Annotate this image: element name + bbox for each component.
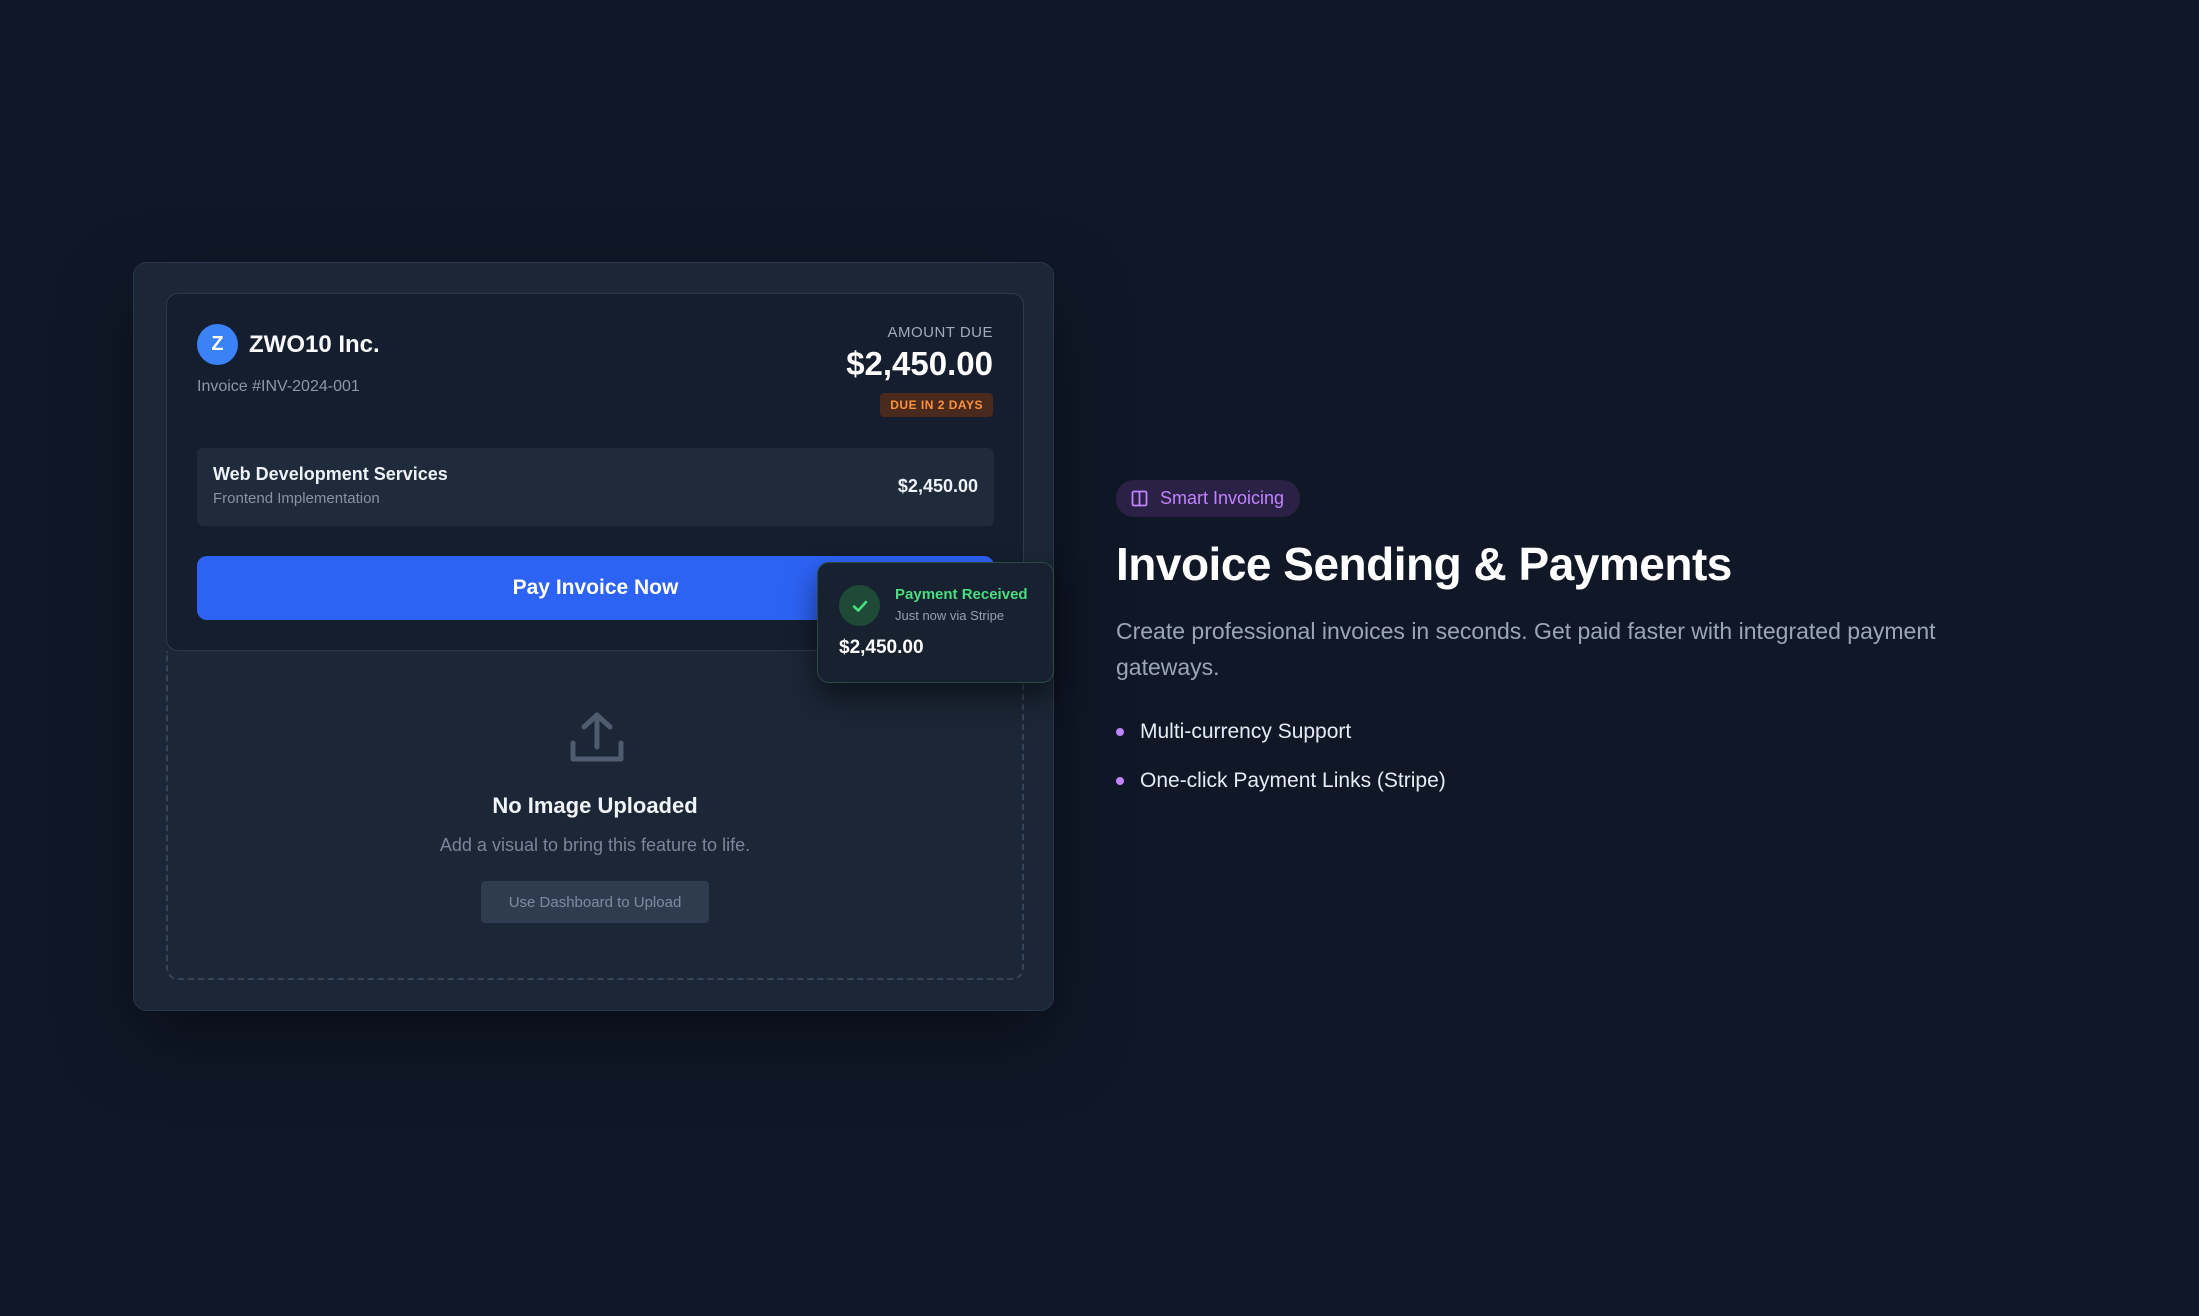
line-item-title: Web Development Services	[213, 464, 448, 484]
upload-icon	[570, 712, 624, 762]
toast-amount: $2,450.00	[839, 637, 924, 658]
feature-category-pill: Smart Invoicing	[1116, 480, 1301, 517]
page: Z ZWO10 Inc. Invoice #INV-2024-001 AMOUN…	[0, 0, 2199, 1316]
line-item-price: $2,450.00	[897, 476, 978, 496]
company-avatar: Z	[197, 324, 238, 365]
upload-empty-title: No Image Uploaded	[492, 793, 698, 818]
invoice-number: Invoice #INV-2024-001	[197, 378, 360, 395]
company-name: ZWO10 Inc.	[249, 330, 380, 358]
image-upload-dropzone[interactable]: No Image Uploaded Add a visual to bring …	[166, 651, 1024, 980]
feature-list-label: One-click Payment Links (Stripe)	[1140, 768, 1446, 792]
company-brand: Z ZWO10 Inc.	[197, 324, 380, 365]
due-status-badge: DUE IN 2 DAYS	[880, 393, 993, 417]
bullet-dot-icon	[1116, 776, 1124, 785]
invoice-line-item: Web Development Services Frontend Implem…	[197, 448, 994, 526]
feature-category-label: Smart Invoicing	[1160, 488, 1285, 508]
use-dashboard-upload-button[interactable]: Use Dashboard to Upload	[481, 881, 709, 923]
feature-description: Smart Invoicing Invoice Sending & Paymen…	[1116, 480, 2116, 805]
toast-subtitle: Just now via Stripe	[895, 608, 1005, 623]
amount-due-label: AMOUNT DUE	[887, 324, 993, 341]
bullet-dot-icon	[1116, 727, 1124, 736]
upload-empty-subtitle: Add a visual to bring this feature to li…	[439, 835, 751, 855]
feature-list: Multi-currency Support One-click Payment…	[1116, 707, 2116, 805]
toast-title: Payment Received	[895, 586, 1028, 603]
feature-list-item: Multi-currency Support	[1116, 707, 2116, 756]
amount-due-value: $2,450.00	[846, 345, 993, 382]
line-item-subtitle: Frontend Implementation	[213, 490, 380, 507]
amount-due-block: AMOUNT DUE $2,450.00 DUE IN 2 DAYS	[846, 324, 993, 417]
feature-title: Invoice Sending & Payments	[1116, 538, 1732, 590]
book-open-icon	[1131, 490, 1148, 507]
check-icon	[839, 585, 880, 626]
feature-list-label: Multi-currency Support	[1140, 719, 1352, 743]
payment-received-toast: Payment Received Just now via Stripe $2,…	[817, 562, 1054, 683]
feature-list-item: One-click Payment Links (Stripe)	[1116, 756, 2116, 805]
feature-description-text: Create professional invoices in seconds.…	[1116, 618, 1936, 680]
